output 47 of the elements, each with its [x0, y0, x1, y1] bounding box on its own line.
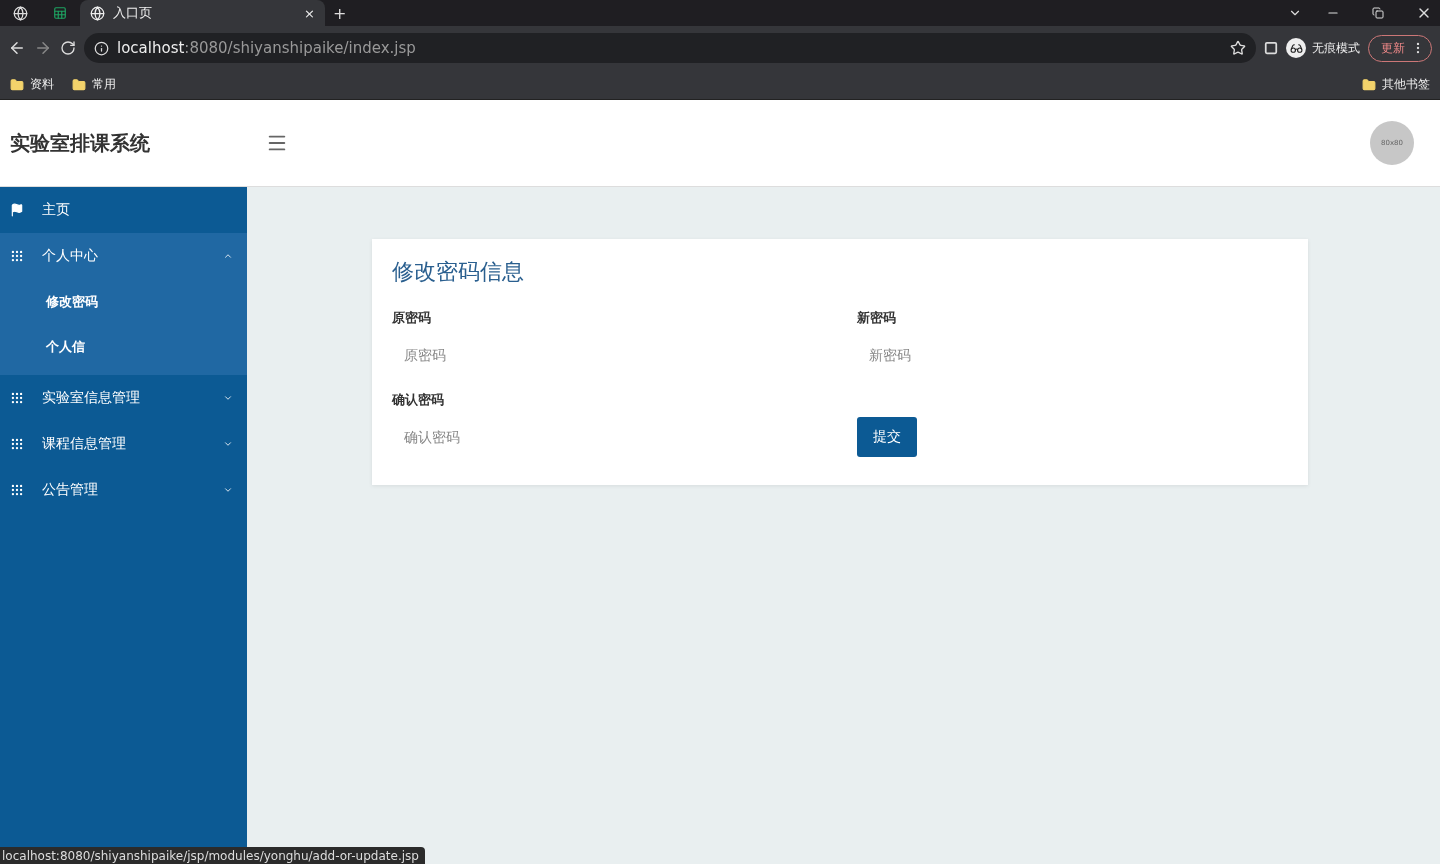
bookmark-link[interactable]: 常用: [92, 76, 116, 93]
sidebar-subitem[interactable]: 修改密码: [0, 279, 247, 324]
folder-icon: [1362, 77, 1376, 92]
submit-button[interactable]: 提交: [857, 417, 917, 457]
sidebar-group[interactable]: 课程信息管理: [0, 421, 247, 467]
side-panel-icon[interactable]: [1264, 41, 1278, 55]
other-bookmarks-link[interactable]: 其他书签: [1382, 76, 1430, 93]
new-tab-button[interactable]: +: [325, 0, 355, 26]
sidebar-subitem[interactable]: 个人信: [0, 324, 247, 369]
field-label: 新密码: [857, 309, 897, 327]
grid-icon: [10, 437, 24, 451]
tab-title: 入口页: [113, 4, 153, 22]
url-text: localhost:8080/shiyanshipaike/index.jsp: [117, 39, 416, 57]
folder-icon: [72, 77, 86, 92]
sidebar-item[interactable]: 主页: [0, 187, 247, 233]
incognito-label: 无痕模式: [1312, 39, 1360, 57]
spreadsheet-icon: [53, 6, 67, 20]
field-label: 确认密码: [392, 391, 445, 409]
forward-icon[interactable]: [34, 39, 52, 57]
sidebar-group[interactable]: 公告管理: [0, 467, 247, 513]
caret-down-icon: [223, 393, 233, 403]
incognito-icon: [1286, 38, 1306, 58]
caret-down-icon: [223, 439, 233, 449]
globe-icon: [12, 5, 28, 21]
address-bar[interactable]: localhost:8080/shiyanshipaike/index.jsp: [84, 33, 1256, 63]
caret-up-icon: [223, 251, 233, 261]
app-title: 实验室排课系统: [10, 129, 151, 157]
reload-icon[interactable]: [60, 40, 76, 56]
flag-icon: [10, 203, 24, 217]
card-title: 修改密码信息: [392, 258, 525, 286]
grid-icon: [10, 483, 24, 497]
info-icon: [94, 40, 109, 56]
field-label: 原密码: [392, 309, 432, 327]
sidebar-group[interactable]: 个人中心: [0, 233, 247, 279]
grid-icon: [10, 391, 24, 405]
back-icon[interactable]: [8, 39, 26, 57]
globe-icon: [90, 5, 105, 21]
status-url: localhost:8080/shiyanshipaike/jsp/modules/yonghu/add-or-update.jsp: [0, 847, 425, 864]
caret-down-icon: [223, 485, 233, 495]
grid-icon: [10, 249, 24, 263]
restore-icon[interactable]: [1372, 7, 1384, 19]
bookmark-link[interactable]: 资料: [30, 76, 54, 93]
browser-tab[interactable]: 入口页 ×: [80, 0, 325, 26]
sidebar-group[interactable]: 实验室信息管理: [0, 375, 247, 421]
tab-close-button[interactable]: ×: [304, 5, 315, 21]
folder-icon: [10, 77, 24, 92]
bookmark-star-icon[interactable]: [1230, 40, 1246, 56]
